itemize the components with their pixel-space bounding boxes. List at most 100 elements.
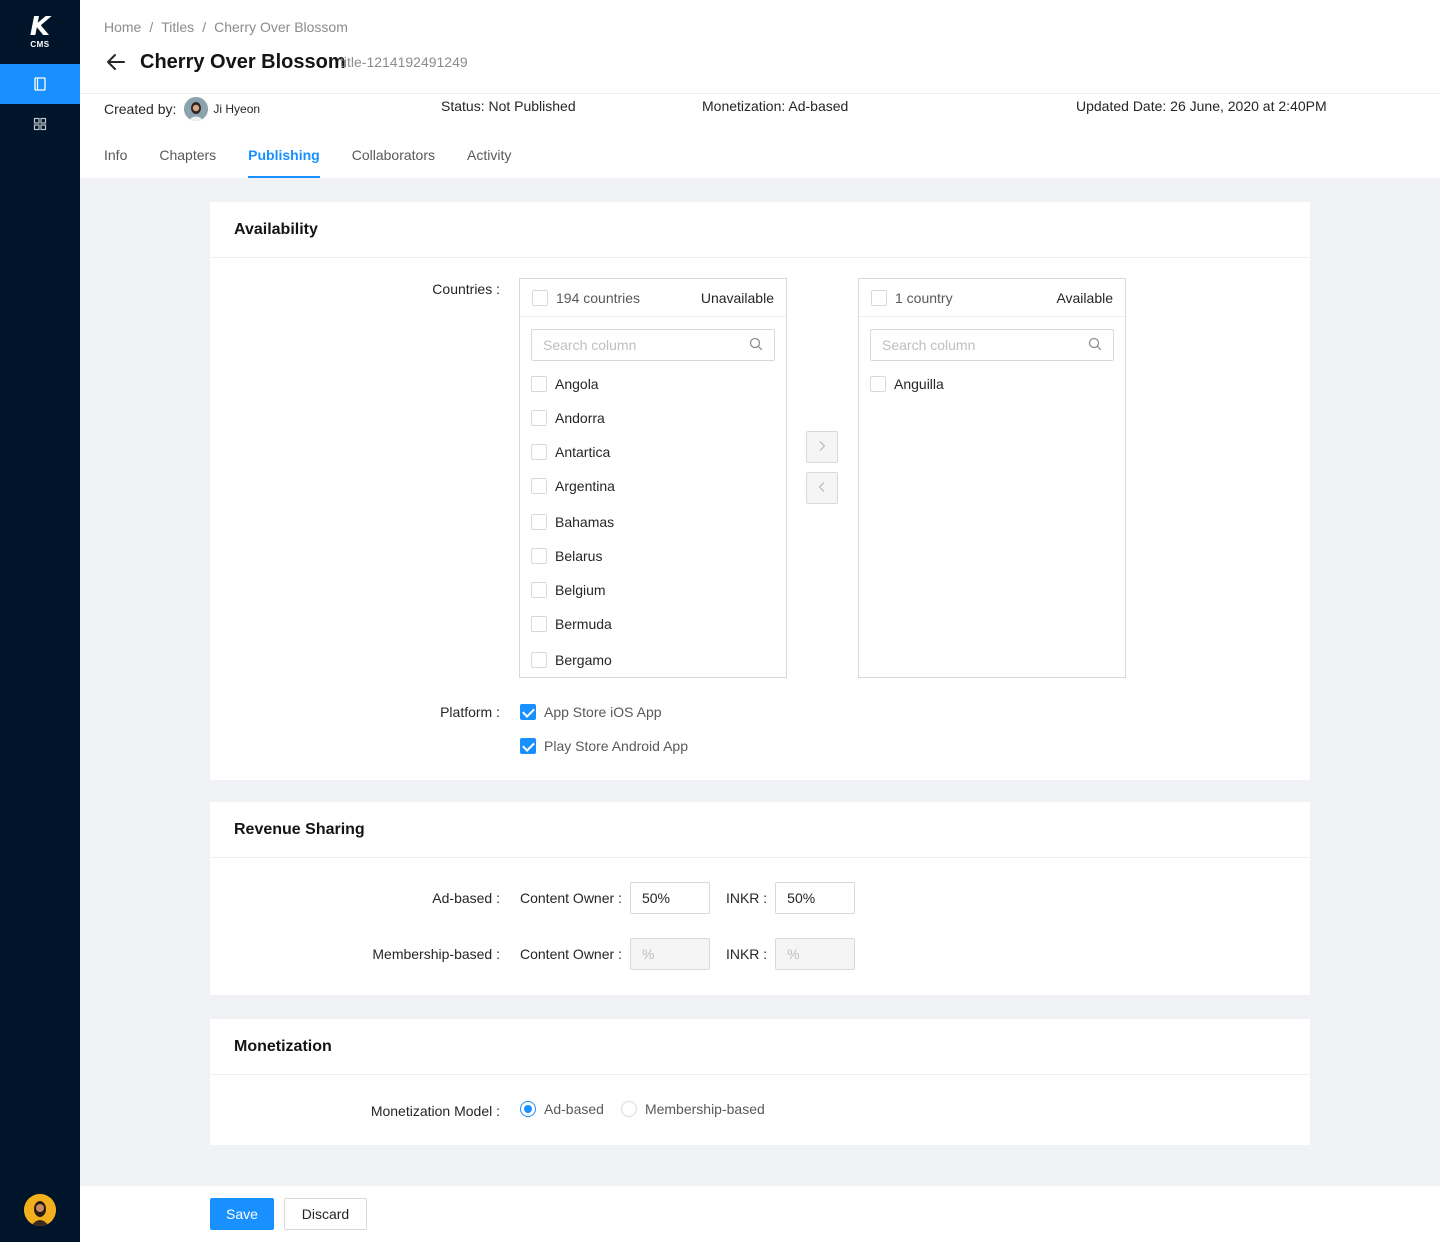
item-checkbox[interactable] — [531, 616, 547, 632]
monetization-card: Monetization — [210, 1019, 1310, 1145]
title-id: title-1214192491249 — [340, 54, 468, 70]
membership-owner-input[interactable] — [629, 938, 710, 970]
ad-based-row: Content Owner : INKR : — [520, 882, 856, 914]
inkr-label: INKR : — [725, 946, 768, 962]
list-item[interactable]: Bergamo — [520, 643, 786, 677]
monetization-text: Monetization: Ad-based — [702, 98, 849, 114]
transfer-header: 194 countries Unavailable — [520, 279, 786, 317]
radio-ad-based[interactable]: Ad-based — [520, 1101, 604, 1117]
tab-chapters[interactable]: Chapters — [159, 138, 216, 178]
creator-name: Ji Hyeon — [213, 102, 261, 116]
search-input[interactable] — [882, 337, 1088, 353]
radio-button[interactable] — [620, 1101, 637, 1117]
tabs: Info Chapters Publishing Collaborators A… — [104, 138, 543, 178]
breadcrumb-titles[interactable]: Titles — [161, 18, 194, 36]
unavailable-countries-list: 194 countries Unavailable Angola Andorra… — [519, 278, 787, 678]
countries-label: Countries : — [432, 281, 500, 297]
platform-android[interactable]: Play Store Android App — [520, 738, 688, 754]
revenue-title: Revenue Sharing — [210, 802, 1310, 858]
item-checkbox[interactable] — [531, 514, 547, 530]
item-checkbox[interactable] — [531, 652, 547, 668]
list-item[interactable]: Antartica — [520, 435, 786, 469]
available-countries-list: 1 country Available Anguilla — [858, 278, 1126, 678]
platform-label: Platform : — [440, 704, 500, 720]
select-all-checkbox[interactable] — [871, 289, 887, 306]
radio-label: Ad-based — [544, 1101, 604, 1117]
item-checkbox[interactable] — [531, 478, 547, 494]
item-label: Andorra — [555, 410, 605, 426]
move-left-button[interactable] — [806, 472, 838, 504]
list-item[interactable]: Andorra — [520, 401, 786, 435]
tab-collaborators[interactable]: Collaborators — [352, 138, 435, 178]
save-button[interactable]: Save — [210, 1198, 274, 1230]
list-item[interactable]: Argentina — [520, 469, 786, 503]
breadcrumb: Home / Titles / Cherry Over Blossom — [104, 18, 348, 36]
content-owner-label: Content Owner : — [520, 946, 622, 962]
item-label: Bahamas — [555, 514, 615, 530]
item-checkbox[interactable] — [531, 376, 547, 392]
list-item[interactable]: Bermuda — [520, 607, 786, 641]
move-right-button[interactable] — [806, 431, 838, 463]
list-item[interactable]: Angola — [520, 367, 786, 401]
sidebar-item-titles[interactable] — [0, 64, 80, 104]
list-item[interactable]: Belgium — [520, 573, 786, 607]
sidebar: K CMS — [0, 0, 80, 1242]
platform-ios[interactable]: App Store iOS App — [520, 704, 662, 720]
creator-avatar — [184, 97, 209, 121]
select-all-checkbox[interactable] — [532, 289, 548, 306]
radio-membership-based[interactable]: Membership-based — [620, 1101, 765, 1117]
item-checkbox[interactable] — [531, 548, 547, 564]
item-label: Anguilla — [894, 376, 944, 392]
logo-subtitle: CMS — [30, 40, 50, 49]
chevron-right-icon — [816, 439, 828, 455]
discard-button[interactable]: Discard — [284, 1198, 367, 1230]
sidebar-item-apps[interactable] — [0, 104, 80, 144]
android-checkbox[interactable] — [520, 738, 536, 754]
inkr-label: INKR : — [725, 890, 768, 906]
item-label: Angola — [555, 376, 599, 392]
transfer-header: 1 country Available — [859, 279, 1125, 317]
tab-publishing[interactable]: Publishing — [248, 138, 320, 178]
user-avatar[interactable] — [24, 1194, 56, 1226]
item-checkbox[interactable] — [531, 582, 547, 598]
available-title: Available — [1056, 289, 1113, 306]
monetization-title: Monetization — [210, 1019, 1310, 1075]
tab-activity[interactable]: Activity — [467, 138, 511, 178]
membership-inkr-input[interactable] — [775, 938, 856, 970]
list-item[interactable]: Belarus — [520, 539, 786, 573]
breadcrumb-home[interactable]: Home — [104, 18, 141, 36]
item-checkbox[interactable] — [531, 410, 547, 426]
radio-label: Membership-based — [644, 1101, 765, 1117]
page-title: Cherry Over Blossom — [140, 51, 346, 73]
unavailable-count: 194 countries — [556, 289, 641, 306]
created-by-label: Created by: — [104, 101, 177, 117]
back-arrow-icon[interactable] — [104, 50, 128, 74]
list-item[interactable]: Anguilla — [859, 367, 1125, 401]
item-label: Argentina — [555, 478, 615, 494]
logo-letter: K — [29, 12, 51, 42]
radio-button[interactable] — [520, 1101, 536, 1117]
page-header: Home / Titles / Cherry Over Blossom Cher… — [80, 0, 1440, 178]
created-by: Created by: Ji Hyeon — [104, 97, 260, 121]
app-logo[interactable]: K CMS — [24, 14, 56, 50]
item-label: Bermuda — [555, 616, 612, 632]
ad-owner-input[interactable] — [629, 882, 710, 914]
search-box — [870, 329, 1114, 361]
item-label: Antartica — [555, 444, 611, 460]
list-item[interactable]: Bahamas — [520, 505, 786, 539]
item-checkbox[interactable] — [531, 444, 547, 460]
tab-info[interactable]: Info — [104, 138, 127, 178]
status-text: Status: Not Published — [441, 98, 576, 114]
available-count: 1 country — [895, 289, 953, 306]
ad-inkr-input[interactable] — [775, 882, 856, 914]
membership-row: Content Owner : INKR : — [520, 938, 856, 970]
search-icon[interactable] — [749, 337, 763, 354]
item-label: Belgium — [555, 582, 606, 598]
ad-based-label: Ad-based : — [432, 890, 500, 906]
availability-title: Availability — [210, 202, 1310, 258]
item-checkbox[interactable] — [870, 376, 886, 392]
ios-label: App Store iOS App — [544, 704, 662, 720]
search-input[interactable] — [543, 337, 749, 353]
search-icon[interactable] — [1088, 337, 1102, 354]
ios-checkbox[interactable] — [520, 704, 536, 720]
